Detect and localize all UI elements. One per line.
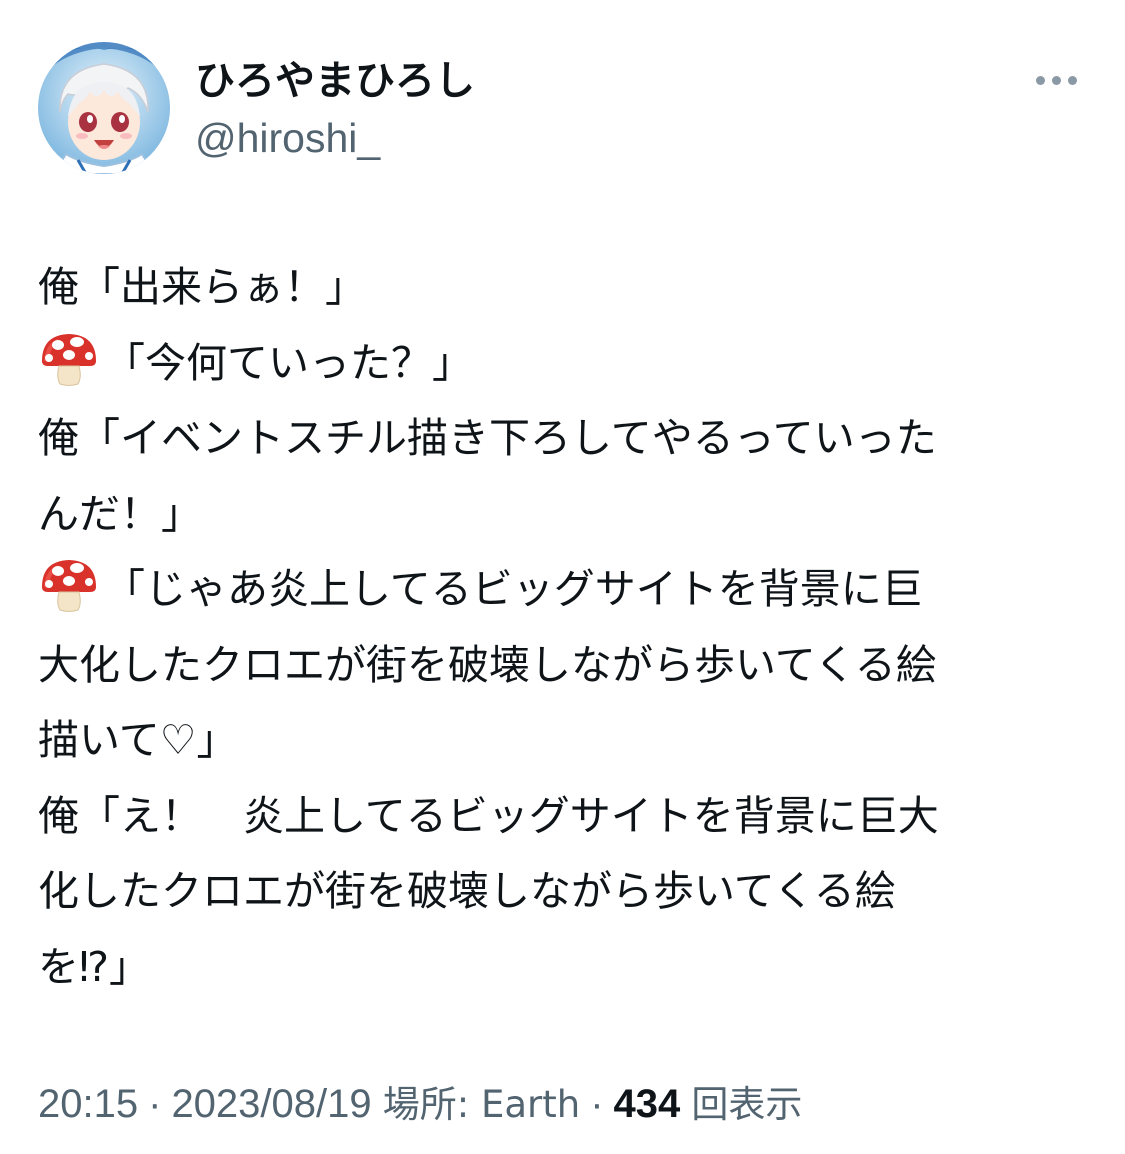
tweet-text-line: を⁉」 <box>38 930 1098 1006</box>
tweet-detail: ひろやまひろし @hiroshi_ 俺「出来らぁ！」「今何ていった？」俺「イベン… <box>0 0 1125 1154</box>
anime-avatar-icon <box>38 42 170 174</box>
tweet-text-segment: 「じゃあ炎上してるビッグサイトを背景に巨 <box>104 565 923 613</box>
views-count[interactable]: 434 <box>614 1082 681 1126</box>
tweet-text-line: 俺「え！ 炎上してるビッグサイトを背景に巨大 <box>38 779 1098 855</box>
mushroom-emoji-icon <box>38 557 100 613</box>
tweet-text-segment: 大化したクロエが街を破壊しながら歩いてくる絵 <box>38 640 937 689</box>
author-handle[interactable]: @hiroshi_ <box>195 112 475 164</box>
tweet-text-line: 化したクロエが街を破壊しながら歩いてくる絵 <box>38 854 1098 930</box>
mushroom-emoji-icon <box>38 331 100 387</box>
tweet-date[interactable]: 2023/08/19 <box>171 1082 371 1126</box>
tweet-text-line: 俺「イベントスチル描き下ろしてやるっていった <box>38 401 1098 477</box>
tweet-text: 俺「出来らぁ！」「今何ていった？」俺「イベントスチル描き下ろしてやるっていったん… <box>38 250 1098 1005</box>
separator: · <box>590 1082 604 1126</box>
more-options-button[interactable] <box>1026 62 1086 98</box>
tweet-text-line: んだ！」 <box>38 477 1098 553</box>
tweet-header: ひろやまひろし @hiroshi_ <box>38 42 1088 177</box>
tweet-metadata: 20:15 · 2023/08/19 場所: Earth · 434 回表示 <box>38 1080 802 1129</box>
tweet-text-segment: んだ！」 <box>38 489 202 538</box>
tweet-text-line: 「じゃあ炎上してるビッグサイトを背景に巨 <box>38 552 1098 628</box>
tweet-text-segment: 俺「え！ 炎上してるビッグサイトを背景に巨大 <box>38 791 939 840</box>
tweet-text-segment: 俺「イベントスチル描き下ろしてやるっていった <box>38 414 937 462</box>
avatar[interactable] <box>38 42 170 174</box>
tweet-text-segment: 描いて♡」 <box>38 716 238 764</box>
tweet-location: 場所: Earth <box>382 1083 581 1126</box>
tweet-text-line: 描いて♡」 <box>38 703 1098 779</box>
author-names[interactable]: ひろやまひろし @hiroshi_ <box>195 56 475 164</box>
tweet-text-segment: 俺「出来らぁ！」 <box>38 263 366 311</box>
tweet-time[interactable]: 20:15 <box>38 1082 138 1126</box>
tweet-text-segment: 化したクロエが街を破壊しながら歩いてくる絵 <box>38 867 896 915</box>
tweet-text-segment: 「今何ていった？」 <box>104 338 473 387</box>
author-display-name[interactable]: ひろやまひろし <box>195 56 475 106</box>
tweet-text-line: 大化したクロエが街を破壊しながら歩いてくる絵 <box>38 628 1098 704</box>
more-horizontal-icon <box>1032 75 1080 85</box>
tweet-text-line: 俺「出来らぁ！」 <box>38 250 1098 326</box>
tweet-text-line: 「今何ていった？」 <box>38 326 1098 402</box>
separator: · <box>148 1082 162 1126</box>
tweet-text-segment: を⁉」 <box>38 942 151 991</box>
views-label: 回表示 <box>691 1083 803 1126</box>
